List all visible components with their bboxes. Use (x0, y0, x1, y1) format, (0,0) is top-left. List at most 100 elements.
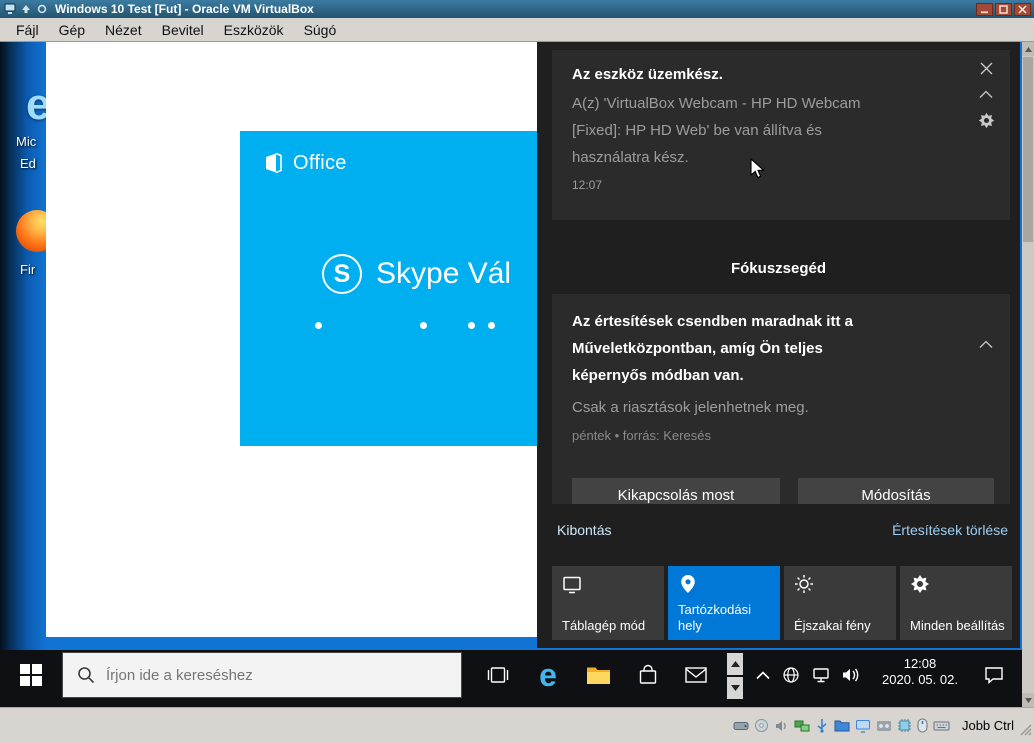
virtualbox-statusbar: Jobb Ctrl (0, 707, 1034, 743)
usb-icon[interactable] (815, 718, 829, 733)
scrollbar-up-button[interactable] (1022, 42, 1034, 56)
menu-devices[interactable]: Eszközök (214, 20, 294, 40)
clear-notifications-link[interactable]: Értesítések törlése (892, 522, 1008, 538)
office-box-icon (266, 152, 282, 174)
edge-desktop-label-line2: Ed (20, 156, 36, 171)
expand-link[interactable]: Kibontás (557, 522, 611, 538)
chevron-up-icon[interactable] (976, 84, 996, 104)
speaker-icon (843, 668, 859, 682)
scrollbar-down-button[interactable] (1022, 693, 1034, 707)
mail-envelope-icon (685, 667, 707, 683)
optical-disk-icon[interactable] (754, 718, 769, 733)
menubar: Fájl Gép Nézet Bevitel Eszközök Súgó (0, 18, 1034, 42)
windows-logo-icon (20, 664, 42, 686)
recording-icon[interactable] (876, 720, 892, 732)
network-icon[interactable] (794, 719, 810, 733)
maximize-button[interactable] (995, 2, 1012, 16)
taskbar-clock[interactable]: 12:08 2020. 05. 02. (874, 656, 966, 688)
tray-volume[interactable] (838, 650, 864, 700)
mail-button[interactable] (674, 650, 718, 700)
skype-logo-icon: S (322, 254, 362, 294)
skype-product-name: Skype Vál (376, 257, 512, 290)
menu-file[interactable]: Fájl (6, 20, 49, 40)
mouse-integration-icon[interactable] (917, 718, 928, 733)
notification-device-ready[interactable]: Az eszköz üzemkész. A(z) 'VirtualBox Web… (552, 50, 1010, 220)
vm-display: e Mic Ed Fir Office S Skype Vál Az eszkö… (0, 42, 1034, 707)
taskbar: e (0, 650, 1022, 707)
menu-input[interactable]: Bevitel (152, 20, 214, 40)
file-explorer-button[interactable] (576, 650, 620, 700)
task-view-button[interactable] (476, 650, 520, 700)
quick-action-tablet-mode[interactable]: Táblagép mód (552, 566, 664, 640)
task-view-icon (487, 667, 509, 683)
titlebar[interactable]: Windows 10 Test [Fut] - Oracle VM Virtua… (0, 0, 1034, 18)
tray-network-globe[interactable] (778, 650, 804, 700)
modify-button[interactable]: Módosítás (798, 478, 994, 504)
store-bag-icon (639, 664, 657, 684)
loading-dot (468, 322, 475, 329)
vm-scrollbar[interactable] (1022, 42, 1034, 707)
focus-assist-header: Fókuszsegéd (730, 260, 827, 277)
folder-icon (586, 667, 610, 684)
notification-body-line: használatra kész. (572, 149, 689, 166)
quick-action-location[interactable]: Tartózkodási hely (668, 566, 780, 640)
scroll-down-button[interactable] (727, 677, 743, 699)
loading-dot (420, 322, 427, 329)
sun-icon (794, 574, 814, 599)
quick-action-night-light[interactable]: Éjszakai fény (784, 566, 896, 640)
minimize-button[interactable] (976, 2, 993, 16)
clock-date: 2020. 05. 02. (882, 672, 958, 687)
menu-view[interactable]: Nézet (95, 20, 152, 40)
host-key-label: Jobb Ctrl (961, 718, 1014, 733)
close-button[interactable] (1014, 2, 1031, 16)
edge-taskbar-button[interactable]: e (526, 650, 570, 700)
notification-focus-assist[interactable]: Az értesítések csendben maradnak itt a M… (552, 294, 1010, 504)
globe-icon (783, 667, 799, 683)
quick-action-all-settings[interactable]: Minden beállítás (900, 566, 1012, 640)
cpu-features-icon[interactable] (897, 718, 912, 733)
scrollbar-thumb[interactable] (1023, 57, 1033, 242)
scroll-up-button[interactable] (727, 653, 743, 675)
taskbar-search-box[interactable] (62, 652, 462, 698)
chevron-up-icon[interactable] (976, 334, 996, 354)
edge-icon: e (539, 657, 557, 693)
clock-time: 12:08 (903, 656, 937, 671)
keyboard-icon[interactable] (933, 720, 950, 732)
record-dot-icon (35, 3, 48, 16)
audio-icon[interactable] (774, 719, 789, 733)
resize-grip[interactable] (1020, 723, 1032, 741)
notification-timestamp: 12:07 (572, 178, 603, 192)
action-center-button[interactable] (972, 650, 1016, 700)
gear-icon[interactable] (976, 110, 996, 130)
turn-off-now-button[interactable]: Kikapcsolás most (572, 478, 780, 504)
triangle-up-icon (730, 661, 740, 667)
triangle-down-icon (1024, 697, 1032, 703)
shared-folders-icon[interactable] (834, 719, 850, 732)
notification-body: Csak a riasztások jelenhetnek meg. (572, 399, 809, 416)
tile-label: Éjszakai fény (794, 618, 871, 633)
tablet-icon (562, 574, 582, 599)
window-controls (976, 2, 1031, 16)
menu-help[interactable]: Súgó (294, 20, 347, 40)
tray-expand-button[interactable] (750, 650, 776, 700)
chevron-up-icon (756, 670, 770, 679)
tray-ethernet[interactable] (808, 650, 834, 700)
notification-body-line: A(z) 'VirtualBox Webcam - HP HD Webcam (572, 95, 861, 112)
loading-dot (488, 322, 495, 329)
notification-title-line: képernyős módban van. (572, 367, 744, 384)
hard-disk-icon[interactable] (733, 719, 749, 733)
notification-body-line: [Fixed]: HP HD Web' be van állítva és (572, 122, 822, 139)
mouse-cursor (750, 157, 766, 185)
triangle-up-icon (1024, 46, 1032, 52)
office-brand-text: Office (293, 151, 347, 174)
ethernet-icon (813, 667, 829, 682)
edge-desktop-label-line1: Mic (16, 134, 37, 149)
notification-close-icon[interactable] (976, 58, 996, 78)
display-icon[interactable] (855, 719, 871, 733)
triangle-down-icon (730, 685, 740, 691)
search-icon (78, 667, 95, 684)
search-input[interactable] (106, 666, 436, 684)
menu-machine[interactable]: Gép (49, 20, 95, 40)
start-button[interactable] (0, 650, 62, 700)
store-button[interactable] (626, 650, 670, 700)
